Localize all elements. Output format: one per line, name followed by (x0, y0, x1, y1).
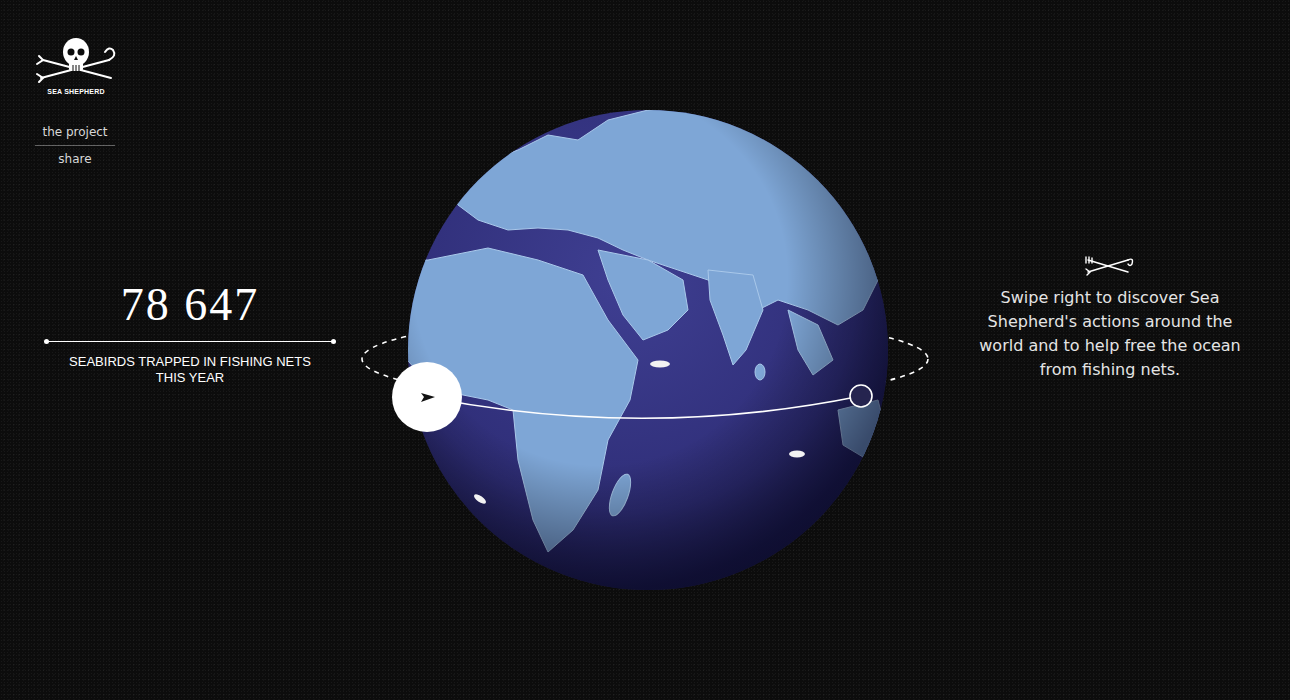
ship-marker[interactable] (473, 493, 488, 506)
brand-logo[interactable]: SEA SHEPHERD (35, 34, 117, 95)
counter-value: 78 647 (121, 280, 260, 331)
page: SEA SHEPHERD the projectshare 78 647 SEABIR… (0, 0, 1290, 700)
orbit-front-arc (427, 396, 861, 418)
globe-column (360, 0, 930, 700)
ship-marker[interactable] (789, 451, 805, 458)
nav-item[interactable]: share (35, 148, 115, 172)
nav-item[interactable]: the project (35, 121, 115, 146)
counter-label: SEABIRDS TRAPPED IN FISHING NETS THIS YE… (65, 354, 315, 386)
swipe-button[interactable] (392, 362, 462, 432)
globe[interactable] (398, 105, 888, 590)
skull-logo-icon (35, 34, 117, 90)
counter: 78 647 SEABIRDS TRAPPED IN FISHING NETS T… (45, 280, 335, 386)
ship-marker[interactable] (650, 361, 670, 368)
brand-name: SEA SHEPHERD (47, 88, 104, 95)
globe-stage[interactable] (360, 100, 930, 600)
nav-menu: the projectshare (35, 121, 115, 172)
hint-text: Swipe right to discover Sea Shepherd's a… (973, 286, 1248, 382)
hint-panel: Swipe right to discover Sea Shepherd's a… (930, 0, 1290, 700)
arrow-icon (421, 393, 435, 402)
counter-rule (46, 341, 334, 342)
left-column: SEA SHEPHERD the projectshare 78 647 SEABIR… (0, 0, 360, 700)
orbit-end-marker (850, 385, 872, 407)
crossed-tridents-icon (1084, 256, 1136, 276)
